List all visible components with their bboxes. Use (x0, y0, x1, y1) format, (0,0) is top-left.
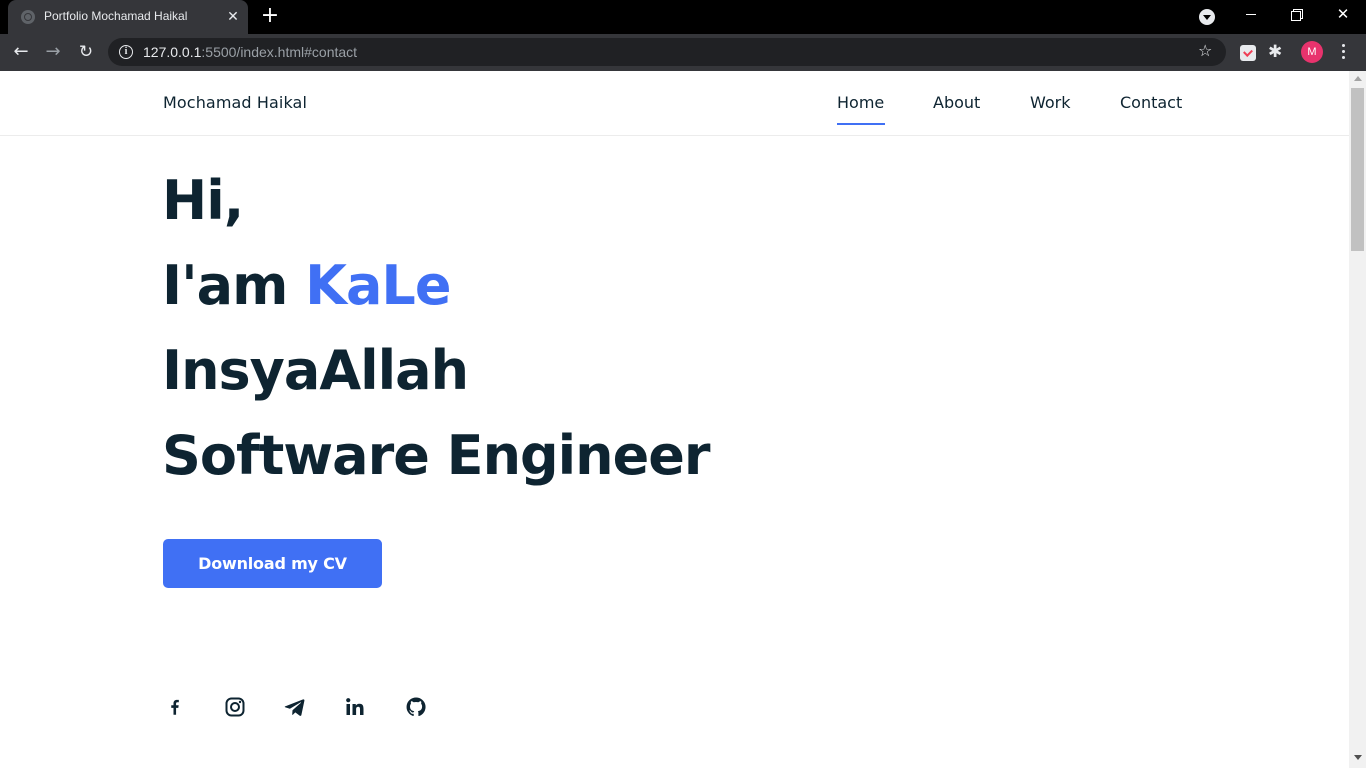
hero-role: Software Engineer (162, 424, 710, 487)
close-window-button[interactable]: ✕ (1320, 0, 1366, 30)
tab-title: Portfolio Mochamad Haikal (44, 9, 188, 23)
url-path: :5500/index.html#contact (201, 44, 358, 60)
nav-link-about[interactable]: About (933, 93, 980, 112)
page-viewport: Mochamad Haikal Home About Work Contact … (0, 71, 1349, 768)
site-header: Mochamad Haikal Home About Work Contact (0, 71, 1349, 136)
facebook-icon[interactable] (163, 695, 187, 719)
scroll-down-arrow-icon[interactable] (1354, 755, 1362, 760)
bookmark-star-icon[interactable]: ☆ (1198, 41, 1212, 60)
nav-link-contact[interactable]: Contact (1120, 93, 1182, 112)
active-nav-indicator (837, 123, 885, 125)
site-brand[interactable]: Mochamad Haikal (163, 93, 307, 112)
back-arrow-icon[interactable]: ← (8, 40, 34, 66)
tab-search-icon[interactable] (1199, 9, 1215, 25)
restore-button[interactable] (1274, 0, 1320, 30)
new-tab-button[interactable]: + (258, 5, 282, 29)
page-scrollbar[interactable] (1349, 71, 1366, 768)
browser-menu-icon[interactable] (1336, 42, 1352, 62)
hero-line-insyaallah: InsyaAllah (162, 339, 469, 402)
reload-icon[interactable]: ↻ (73, 40, 99, 66)
browser-toolbar: ← → ↻ i 127.0.0.1:5500/index.html#contac… (0, 34, 1366, 71)
forward-arrow-icon[interactable]: → (40, 40, 66, 66)
pocket-extension-icon[interactable] (1240, 45, 1256, 61)
nav-link-home[interactable]: Home (837, 93, 884, 112)
site-info-icon[interactable]: i (119, 45, 133, 59)
address-bar[interactable]: i 127.0.0.1:5500/index.html#contact ☆ (108, 38, 1226, 66)
url-host: 127.0.0.1 (143, 44, 202, 60)
url-text[interactable]: 127.0.0.1:5500/index.html#contact (143, 44, 357, 60)
hero-intro-prefix: I'am (162, 254, 306, 317)
scrollbar-thumb[interactable] (1351, 88, 1364, 251)
github-icon[interactable] (404, 695, 428, 719)
browser-tab[interactable]: Portfolio Mochamad Haikal ✕ (8, 0, 248, 34)
profile-avatar[interactable]: M (1301, 41, 1323, 63)
extensions-puzzle-icon[interactable]: ✱ (1268, 42, 1282, 62)
download-cv-button[interactable]: Download my CV (163, 539, 382, 588)
nav-link-work[interactable]: Work (1030, 93, 1071, 112)
hero-intro: I'am KaLe (162, 254, 451, 317)
globe-icon (21, 10, 35, 24)
linkedin-icon[interactable] (343, 695, 367, 719)
scroll-up-arrow-icon[interactable] (1354, 76, 1362, 81)
browser-tab-strip: Portfolio Mochamad Haikal ✕ + ✕ (0, 0, 1366, 34)
hero-greeting: Hi, (162, 169, 244, 232)
instagram-icon[interactable] (223, 695, 247, 719)
minimize-button[interactable] (1228, 0, 1274, 30)
telegram-icon[interactable] (283, 695, 307, 719)
close-tab-icon[interactable]: ✕ (224, 8, 242, 26)
hero-name: KaLe (305, 254, 451, 317)
